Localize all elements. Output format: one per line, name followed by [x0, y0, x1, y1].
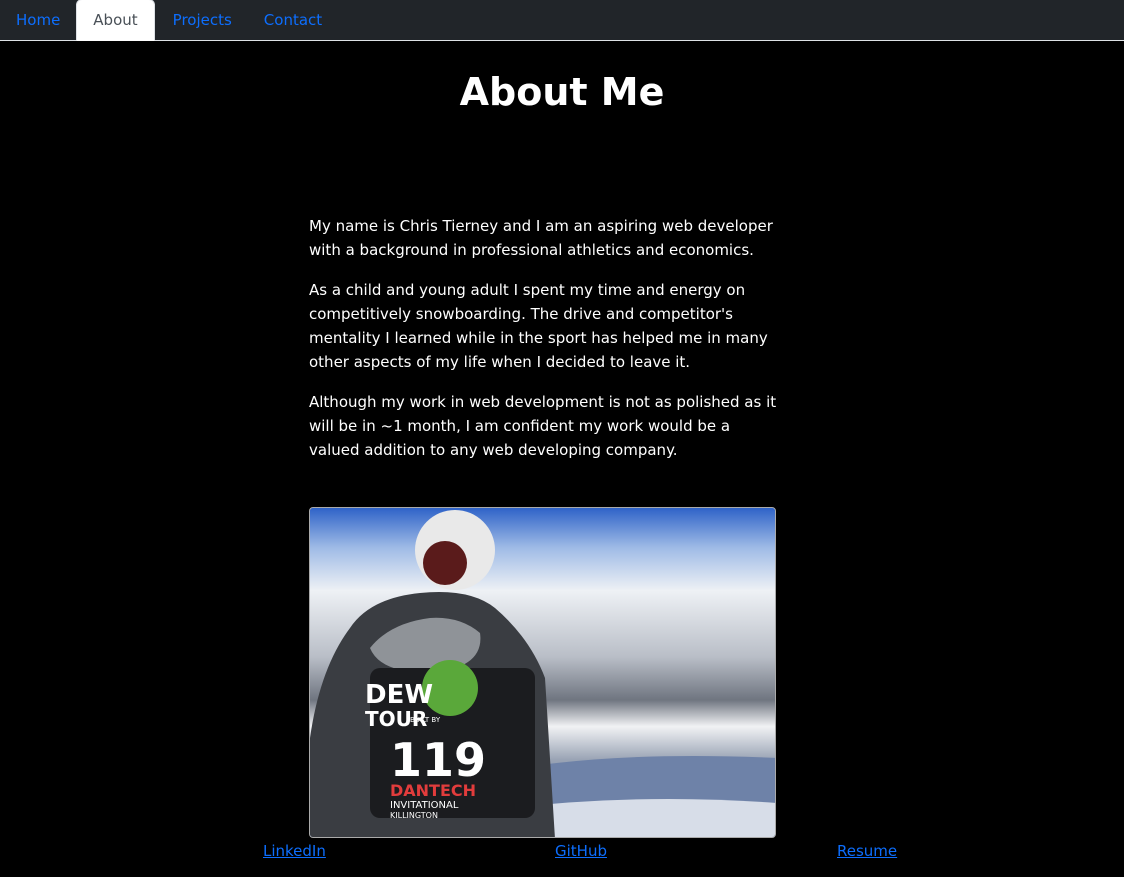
bib-text-dew: DEW — [365, 680, 433, 710]
tab-contact[interactable]: Contact — [248, 0, 338, 40]
bib-text-killington: KILLINGTON — [390, 811, 438, 820]
tab-about[interactable]: About — [76, 0, 155, 41]
bio-paragraph-intro: My name is Chris Tierney and I am an asp… — [309, 217, 773, 259]
bio-paragraph-snowboarding: As a child and young adult I spent my ti… — [309, 281, 768, 371]
footer-links: LinkedIn GitHub Resume — [0, 840, 1124, 864]
bib-text-built-by: BUILT BY — [410, 716, 441, 724]
bio-paragraph-web-development: Although my work in web development is n… — [309, 393, 777, 459]
snowboarder-photo-illustration: DEW TOUR BUILT BY 119 DANTECH INVITATION… — [310, 508, 775, 837]
bib-text-dantech: DANTECH — [390, 781, 476, 800]
tab-home[interactable]: Home — [0, 0, 76, 40]
top-navbar: Home About Projects Contact — [0, 0, 1124, 41]
bib-text-invitational: INVITATIONAL — [390, 800, 459, 811]
bib-number: 119 — [390, 733, 486, 787]
linkedin-link[interactable]: LinkedIn — [263, 840, 326, 862]
page-title: About Me — [459, 70, 665, 114]
github-link[interactable]: GitHub — [555, 840, 607, 862]
snowboarder-photo: DEW TOUR BUILT BY 119 DANTECH INVITATION… — [309, 507, 776, 838]
resume-link[interactable]: Resume — [837, 840, 897, 862]
goggle-strap — [423, 541, 467, 585]
bio-section: My name is Chris Tierney and I am an asp… — [309, 214, 779, 478]
tab-projects[interactable]: Projects — [157, 0, 248, 40]
